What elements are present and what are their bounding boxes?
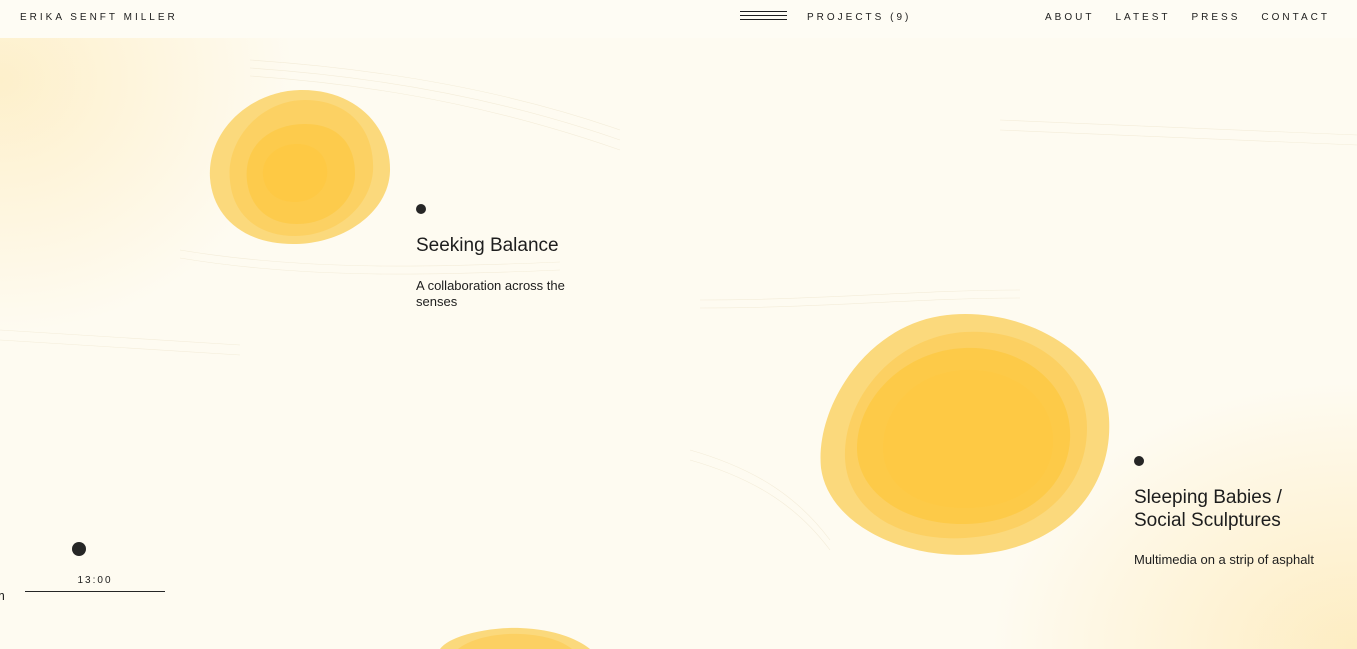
project-title-sleeping-babies[interactable]: Sleeping Babies / Social Sculptures xyxy=(1134,486,1334,532)
project-blob-sleeping-babies[interactable] xyxy=(815,308,1115,562)
project-description-sleeping-babies: Multimedia on a strip of asphalt xyxy=(1134,552,1314,567)
hamburger-menu-icon[interactable] xyxy=(740,10,787,23)
top-bar: ERIKA SENFT MILLER PROJECTS (9) ABOUT LA… xyxy=(0,0,1357,38)
nav-about-link[interactable]: ABOUT xyxy=(1045,12,1094,24)
timeline-handle[interactable] xyxy=(72,542,86,556)
nav-press-link[interactable]: PRESS xyxy=(1192,12,1241,24)
main-nav: ABOUT LATEST PRESS CONTACT xyxy=(1045,12,1330,24)
project-marker-dot xyxy=(1134,456,1144,466)
timeline-edge-text: m xyxy=(0,588,5,604)
project-blob-seeking-balance[interactable] xyxy=(205,86,395,250)
project-blob-partial[interactable] xyxy=(440,627,590,649)
site-brand[interactable]: ERIKA SENFT MILLER xyxy=(20,12,178,24)
nav-latest-link[interactable]: LATEST xyxy=(1115,12,1170,24)
timeline-time: 13:00 xyxy=(77,575,113,586)
projects-link[interactable]: PROJECTS (9) xyxy=(807,12,911,24)
nav-contact-link[interactable]: CONTACT xyxy=(1261,12,1330,24)
page: ERIKA SENFT MILLER PROJECTS (9) ABOUT LA… xyxy=(0,0,1357,649)
project-description-seeking-balance: A collaboration across the senses xyxy=(416,278,565,309)
project-title-seeking-balance[interactable]: Seeking Balance xyxy=(416,234,636,257)
project-marker-dot xyxy=(416,204,426,214)
timeline-track[interactable] xyxy=(25,591,165,592)
